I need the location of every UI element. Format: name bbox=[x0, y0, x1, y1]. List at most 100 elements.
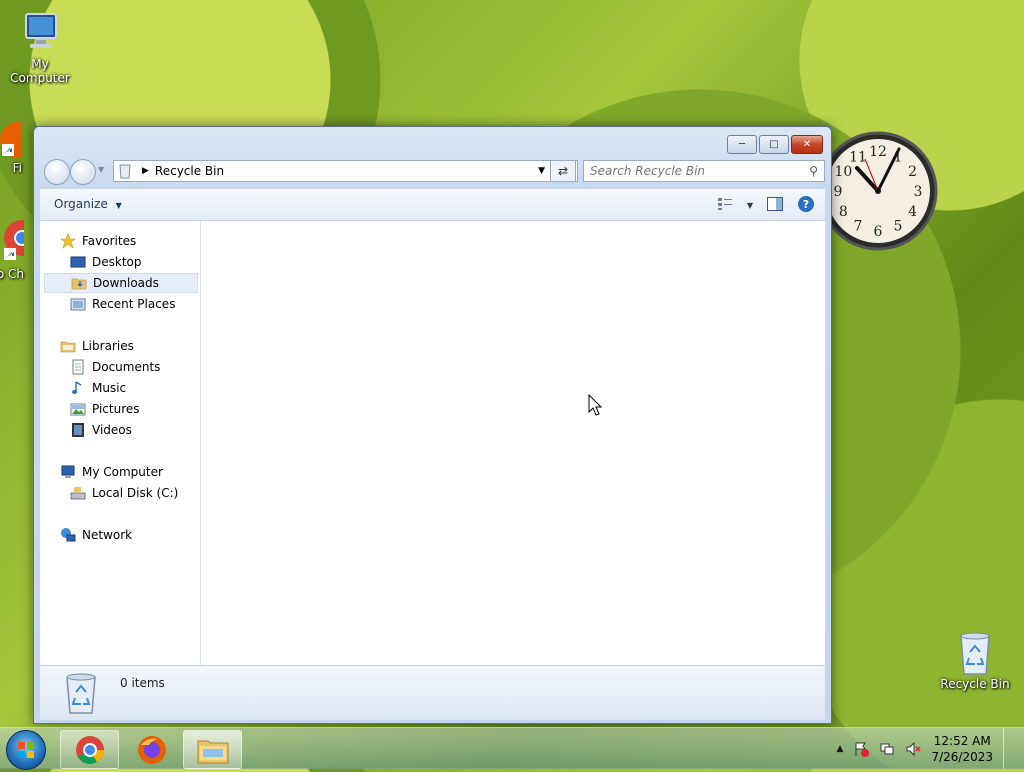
taskbar-clock[interactable]: 12:52 AM 7/26/2023 bbox=[931, 733, 993, 765]
item-count: 0 items bbox=[120, 676, 165, 690]
organize-button[interactable]: Organize ▼ bbox=[54, 197, 122, 211]
recycle-bin-small-icon bbox=[118, 163, 134, 179]
file-list-area[interactable] bbox=[201, 221, 825, 665]
clock-numeral: 2 bbox=[908, 164, 917, 180]
network-icon bbox=[60, 527, 76, 543]
maximize-icon: □ bbox=[769, 139, 779, 150]
nav-label: Music bbox=[92, 381, 127, 395]
firefox-icon bbox=[0, 110, 36, 158]
recent-pages-dropdown[interactable]: ▼ bbox=[98, 165, 104, 174]
nav-pictures[interactable]: Pictures bbox=[70, 399, 140, 419]
nav-label: Documents bbox=[92, 360, 161, 374]
mouse-cursor-icon bbox=[588, 394, 602, 416]
clock-numeral: 12 bbox=[869, 144, 887, 160]
nav-music[interactable]: Music bbox=[70, 378, 126, 398]
volume-muted-icon[interactable] bbox=[905, 741, 921, 757]
maximize-button[interactable]: □ bbox=[759, 135, 789, 154]
nav-label: Recent Places bbox=[92, 297, 176, 311]
taskbar-explorer-button[interactable] bbox=[183, 730, 242, 769]
refresh-button[interactable]: ⇄ bbox=[550, 160, 576, 182]
desktop-icon-firefox[interactable]: Fi bbox=[0, 110, 36, 175]
computer-icon bbox=[60, 464, 76, 480]
pictures-icon bbox=[70, 401, 86, 417]
minimize-icon: ─ bbox=[738, 139, 746, 150]
nav-documents[interactable]: Documents bbox=[70, 357, 160, 377]
back-button[interactable] bbox=[44, 159, 70, 185]
command-bar: Organize ▼ ▼ ? bbox=[40, 189, 825, 221]
help-button[interactable]: ? bbox=[797, 195, 815, 216]
videos-icon bbox=[70, 422, 86, 438]
nav-label: Favorites bbox=[82, 234, 137, 248]
chrome-icon bbox=[75, 735, 104, 764]
nav-label: My Computer bbox=[82, 465, 163, 479]
desktop-icon-label: Fi bbox=[12, 161, 22, 175]
show-hidden-icons-button[interactable]: ▲ bbox=[837, 744, 844, 754]
nav-recent-places[interactable]: Recent Places bbox=[70, 294, 175, 314]
view-options-dropdown[interactable]: ▼ bbox=[747, 201, 753, 210]
hard-drive-icon bbox=[70, 485, 86, 501]
nav-local-disk[interactable]: Local Disk (C:) bbox=[70, 483, 178, 503]
nav-label: Libraries bbox=[82, 339, 134, 353]
nav-libraries[interactable]: Libraries bbox=[60, 336, 134, 356]
clock-numeral: 3 bbox=[914, 184, 923, 200]
address-text[interactable]: Recycle Bin bbox=[155, 164, 224, 178]
change-view-button[interactable] bbox=[717, 197, 733, 214]
search-box[interactable]: ⚲ bbox=[583, 160, 825, 182]
nav-desktop[interactable]: Desktop bbox=[70, 252, 142, 272]
clock-numeral: 10 bbox=[834, 164, 852, 180]
view-controls: ▼ ? bbox=[717, 195, 815, 216]
taskbar-chrome-button[interactable] bbox=[60, 730, 119, 769]
nav-network[interactable]: Network bbox=[60, 525, 132, 545]
explorer-window[interactable]: ─ □ ✕ ▼ ▶ Recycle Bin ▼ ⇄ ⚲ Organize ▼ bbox=[33, 126, 832, 724]
address-dropdown-icon[interactable]: ▼ bbox=[538, 166, 545, 176]
nav-my-computer[interactable]: My Computer bbox=[60, 462, 163, 482]
close-icon: ✕ bbox=[802, 139, 812, 150]
nav-favorites[interactable]: Favorites bbox=[60, 231, 136, 251]
chevron-down-icon: ▼ bbox=[115, 201, 122, 210]
clock-numeral: 4 bbox=[908, 204, 917, 220]
recent-places-icon bbox=[70, 296, 86, 312]
clock-numeral: 9 bbox=[834, 184, 843, 200]
documents-icon bbox=[70, 359, 86, 375]
folder-icon bbox=[197, 740, 228, 763]
help-icon: ? bbox=[798, 196, 814, 212]
chrome-icon bbox=[0, 216, 40, 264]
desktop-icon-my-computer[interactable]: My Computer bbox=[0, 10, 80, 85]
forward-button[interactable] bbox=[70, 159, 96, 185]
nav-label: Local Disk (C:) bbox=[92, 486, 179, 500]
organize-label: Organize bbox=[54, 197, 108, 211]
search-icon[interactable]: ⚲ bbox=[809, 164, 818, 178]
firefox-icon bbox=[137, 735, 166, 764]
nav-label: Videos bbox=[92, 423, 132, 437]
view-icon bbox=[717, 198, 732, 210]
show-desktop-button[interactable] bbox=[1003, 728, 1014, 769]
navigation-bar: ▼ ▶ Recycle Bin ▼ ⇄ ⚲ bbox=[42, 159, 825, 185]
search-input[interactable] bbox=[584, 163, 810, 179]
desktop-icon-recycle-bin[interactable]: Recycle Bin bbox=[935, 630, 1015, 691]
taskbar-firefox-button[interactable] bbox=[122, 730, 181, 769]
start-button[interactable] bbox=[6, 730, 46, 770]
desktop-icon-chrome[interactable]: Go Ch bbox=[0, 216, 40, 281]
clock-time: 12:52 AM bbox=[933, 733, 991, 748]
desktop-icon bbox=[70, 254, 86, 270]
nav-label: Desktop bbox=[92, 255, 142, 269]
navigation-pane: Favorites Desktop Downloads Recent Place… bbox=[40, 221, 201, 665]
address-bar[interactable]: ▶ Recycle Bin ▼ bbox=[113, 160, 578, 182]
clock-gadget[interactable]: 12 1 2 3 4 5 6 7 8 9 10 11 bbox=[818, 129, 941, 255]
breadcrumb-arrow-icon[interactable]: ▶ bbox=[142, 166, 149, 176]
nav-downloads[interactable]: Downloads bbox=[44, 273, 198, 293]
nav-label: Downloads bbox=[93, 276, 159, 290]
libraries-icon bbox=[60, 338, 76, 354]
network-status-icon[interactable] bbox=[879, 741, 895, 757]
music-icon bbox=[70, 380, 86, 396]
nav-videos[interactable]: Videos bbox=[70, 420, 132, 440]
desktop-icon-label: Go Ch bbox=[0, 267, 24, 281]
minimize-button[interactable]: ─ bbox=[727, 135, 757, 154]
window-controls: ─ □ ✕ bbox=[727, 135, 823, 154]
downloads-folder-icon bbox=[71, 275, 87, 291]
recycle-bin-icon bbox=[62, 672, 100, 719]
clock-date: 7/26/2023 bbox=[931, 749, 993, 764]
close-button[interactable]: ✕ bbox=[791, 135, 823, 154]
preview-pane-button[interactable] bbox=[767, 197, 783, 214]
action-center-flag-icon[interactable] bbox=[853, 741, 870, 757]
